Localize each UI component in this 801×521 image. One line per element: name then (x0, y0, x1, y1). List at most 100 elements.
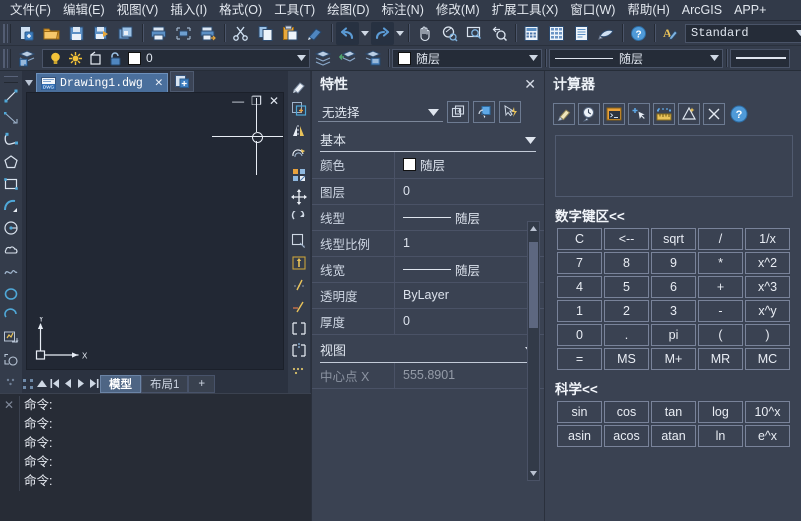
numpad-key-27[interactable]: M+ (651, 348, 696, 370)
toggle-property-list-button[interactable] (447, 101, 469, 123)
property-group-view-header[interactable]: 视图 (312, 338, 544, 362)
revision-cloud-tool-button[interactable] (0, 239, 22, 261)
chevron-down-icon[interactable] (525, 132, 536, 147)
science-key-5[interactable]: asin (557, 425, 602, 447)
science-key-6[interactable]: acos (604, 425, 649, 447)
numpad-key-26[interactable]: MS (604, 348, 649, 370)
numpad-key-17[interactable]: 3 (651, 300, 696, 322)
menu-item-11[interactable]: 帮助(H) (621, 1, 675, 20)
paste-to-command-button[interactable] (603, 103, 625, 125)
close-icon[interactable]: ✕ (269, 95, 279, 107)
numpad-key-0[interactable]: C (557, 228, 602, 250)
text-style-combo[interactable]: Standard (685, 23, 801, 43)
extend-tool-button[interactable] (288, 296, 310, 318)
menu-item-3[interactable]: 插入(I) (164, 1, 213, 20)
numpad-key-28[interactable]: MR (698, 348, 743, 370)
chevron-down-icon[interactable] (706, 50, 722, 67)
layer-properties-manager-button[interactable] (15, 47, 38, 70)
layout-tab-layout1[interactable]: 布局1 (141, 374, 189, 393)
spline-tool-button[interactable] (0, 261, 22, 283)
property-value[interactable]: 1 (394, 230, 544, 257)
numpad-key-24[interactable]: ) (745, 324, 790, 346)
numpad-key-23[interactable]: ( (698, 324, 743, 346)
numpad-key-22[interactable]: pi (651, 324, 696, 346)
numpad-key-20[interactable]: 0 (557, 324, 602, 346)
selection-combo[interactable]: 无选择 (318, 102, 443, 122)
menu-item-4[interactable]: 格式(O) (213, 1, 268, 20)
property-row[interactable]: 厚度 0 (312, 308, 544, 335)
numpad-key-6[interactable]: 8 (604, 252, 649, 274)
zoom-previous-button[interactable] (488, 22, 511, 45)
numpad-key-25[interactable]: = (557, 348, 602, 370)
property-row[interactable]: 线型 随层 (312, 204, 544, 231)
document-tab-drawing1[interactable]: DWG Drawing1.dwg ✕ (36, 73, 168, 92)
menu-item-7[interactable]: 标注(N) (376, 1, 430, 20)
array-tool-button[interactable] (288, 164, 310, 186)
property-value[interactable]: 0 (394, 178, 544, 205)
new-file-button[interactable] (15, 22, 38, 45)
redo-button[interactable] (371, 21, 394, 45)
plot-export-button[interactable] (197, 22, 220, 45)
toolbar-grip[interactable] (4, 76, 18, 83)
help-button[interactable]: ? (627, 22, 650, 45)
point-tool-button[interactable] (0, 371, 22, 393)
numpad-key-21[interactable]: . (604, 324, 649, 346)
tab-next-icon[interactable] (74, 376, 87, 391)
plot-button[interactable] (147, 22, 170, 45)
layer-previous-button[interactable] (311, 47, 334, 70)
science-key-9[interactable]: e^x (745, 425, 790, 447)
numpad-key-1[interactable]: <-- (604, 228, 649, 250)
tool-palettes-button[interactable] (570, 22, 593, 45)
lineweight-combo[interactable] (730, 48, 790, 68)
help-button[interactable]: ? (728, 103, 750, 125)
property-row[interactable]: 线宽 随层 (312, 256, 544, 283)
chevron-down-icon[interactable] (792, 25, 801, 42)
numpad-key-12[interactable]: 6 (651, 276, 696, 298)
text-style-button[interactable]: A (659, 22, 682, 45)
tab-first-icon[interactable] (48, 376, 61, 391)
menu-item-8[interactable]: 修改(M) (430, 1, 486, 20)
property-row[interactable]: 图层 0 (312, 178, 544, 205)
numpad-key-8[interactable]: * (698, 252, 743, 274)
menu-item-5[interactable]: 工具(T) (268, 1, 321, 20)
measure-distance-button[interactable] (653, 103, 675, 125)
rectangle-tool-button[interactable] (0, 173, 22, 195)
render-button[interactable] (595, 22, 618, 45)
circle-tool-button[interactable] (0, 217, 22, 239)
drawing-canvas[interactable]: — ❐ ✕ Y X (26, 92, 284, 370)
property-value[interactable]: 555.8901 (394, 362, 544, 389)
toolbar-grip[interactable] (3, 23, 11, 43)
open-folder-button[interactable] (40, 22, 63, 45)
numpad-key-15[interactable]: 1 (557, 300, 602, 322)
break-at-point-tool-button[interactable] (288, 318, 310, 340)
scroll-up-icon[interactable] (528, 222, 539, 235)
new-document-tab-button[interactable] (169, 71, 194, 92)
scroll-down-icon[interactable] (528, 467, 539, 480)
expression-input[interactable] (555, 135, 793, 197)
layer-combo[interactable]: 0 (42, 48, 310, 68)
move-tool-button[interactable] (288, 186, 310, 208)
chevron-down-icon[interactable] (293, 50, 309, 67)
pan-button[interactable] (413, 22, 436, 45)
angle-button[interactable] (678, 103, 700, 125)
property-value[interactable]: 随层 (394, 152, 544, 179)
numpad-key-10[interactable]: 4 (557, 276, 602, 298)
break-tool-button[interactable] (288, 340, 310, 362)
paste-button[interactable] (279, 22, 302, 45)
toolbar-grip[interactable] (3, 48, 11, 68)
numpad-key-4[interactable]: 1/x (745, 228, 790, 250)
science-key-1[interactable]: cos (604, 401, 649, 423)
save-button[interactable] (65, 22, 88, 45)
pick-add-button[interactable] (499, 101, 521, 123)
layout-tab-model[interactable]: 模型 (100, 374, 141, 393)
insert-block-tool-button[interactable] (0, 327, 22, 349)
tab-scroll-up-icon[interactable] (35, 376, 48, 391)
numpad-key-9[interactable]: x^2 (745, 252, 790, 274)
numpad-key-29[interactable]: MC (745, 348, 790, 370)
close-icon[interactable]: ✕ (155, 76, 163, 89)
linetype-combo[interactable]: 随层 (549, 48, 723, 68)
object-color-combo[interactable]: 随层 (392, 48, 542, 68)
properties-scrollbar[interactable] (527, 221, 540, 481)
menu-item-6[interactable]: 绘图(D) (321, 1, 375, 20)
property-value[interactable]: ByLayer (394, 282, 544, 309)
